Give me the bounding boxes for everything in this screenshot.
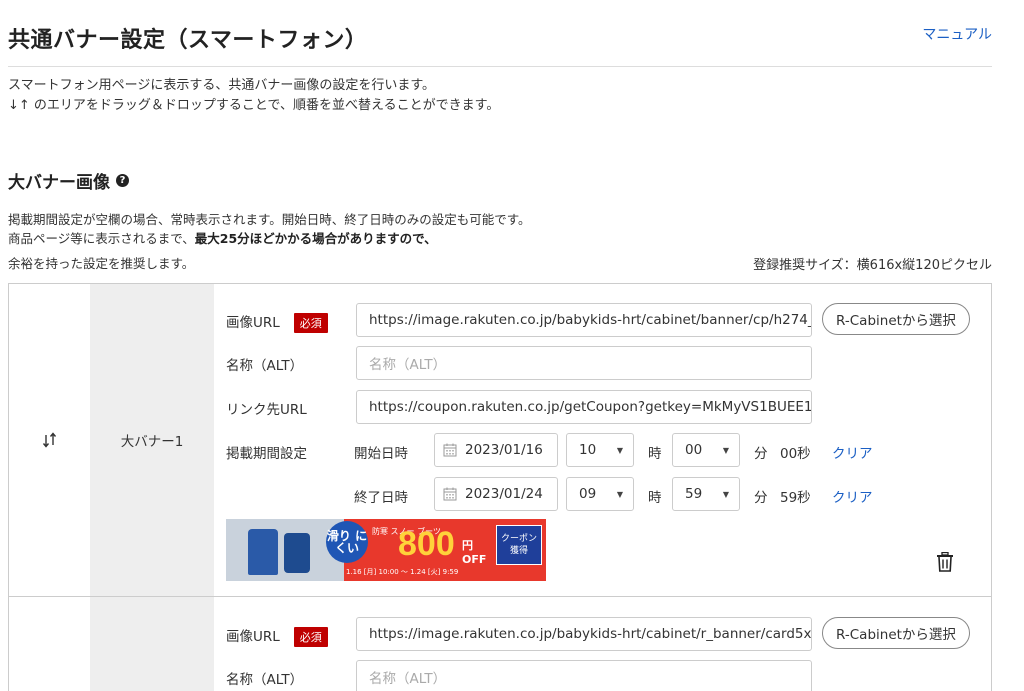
end-hour-select[interactable]: 09 ▼ [566,477,634,511]
minute-unit: 分 [754,446,768,462]
preview-boot [284,533,310,573]
banner-row: 画像URL 必須 https://image.rakuten.co.jp/baby… [9,597,991,691]
start-date-input[interactable]: 2023/01/16 [434,433,558,467]
banner-form: 画像URL 必須 https://image.rakuten.co.jp/baby… [214,597,991,691]
preview-slip-badge: 滑り にくい [326,521,368,563]
end-hour-value: 09 [579,486,597,502]
start-hour-value: 10 [579,442,597,458]
caret-down-icon: ▼ [722,489,729,499]
note-line-2-prefix: 商品ページ等に表示されるまで、 [8,231,195,246]
drag-handle[interactable] [9,284,90,596]
preview-off-text: OFF [462,553,487,566]
image-url-input[interactable]: https://image.rakuten.co.jp/babykids-hrt… [356,303,812,337]
end-minute-select[interactable]: 59 ▼ [672,477,740,511]
preview-period: 1.16 [月] 10:00 ～ 1.24 [火] 9:59 [346,568,459,576]
end-minute-value: 59 [685,486,703,502]
end-date-value: 2023/01/24 [465,486,543,502]
recommended-size-note: 登録推奨サイズ：横616x縦120ピクセル [753,258,992,273]
section-title: 大バナー画像 ? [8,168,129,193]
trash-icon[interactable] [936,552,954,572]
start-hour-select[interactable]: 10 ▼ [566,433,634,467]
note-line-2-bold: 最大25分ほどかかる場合がありますので、 [194,231,437,246]
start-minute-value: 00 [685,442,703,458]
r-cabinet-button[interactable]: R-Cabinetから選択 [822,303,970,335]
banner-name: 大バナー1 [90,284,214,596]
title-divider [8,66,992,67]
end-label: 終了日時 [354,490,408,506]
preview-price-unit: 円 [462,539,473,552]
banner-table: 大バナー1 画像URL 必須 https://image.rakuten.co.j… [8,283,992,691]
required-badge: 必須 [293,313,328,333]
start-date-value: 2023/01/16 [465,442,543,458]
alt-label: 名称（ALT） [226,672,304,688]
drag-handle[interactable] [9,597,90,691]
description-line-1: スマートフォン用ページに表示する、共通バナー画像の設定を行います。 [8,78,436,93]
drag-sort-icon[interactable] [42,431,58,449]
r-cabinet-button[interactable]: R-Cabinetから選択 [822,617,970,649]
alt-input[interactable]: 名称（ALT） [356,660,812,691]
caret-down-icon: ▼ [616,489,623,499]
end-clear-link[interactable]: クリア [832,486,873,506]
question-circle-icon[interactable]: ? [116,174,129,187]
alt-input[interactable]: 名称（ALT） [356,346,812,380]
hour-unit: 時 [648,446,662,462]
image-url-label: 画像URL 必須 [226,625,328,647]
page-title: 共通バナー設定（スマートフォン） [8,28,368,53]
start-minute-select[interactable]: 00 ▼ [672,433,740,467]
hour-unit: 時 [648,490,662,506]
start-clear-link[interactable]: クリア [832,442,873,462]
link-url-input[interactable]: https://coupon.rakuten.co.jp/getCoupon?g… [356,390,812,424]
alt-label: 名称（ALT） [226,358,304,374]
caret-down-icon: ▼ [616,445,623,455]
note-line-1: 掲載期間設定が空欄の場合、常時表示されます。開始日時、終了日時のみの設定も可能で… [8,212,531,227]
section-title-text: 大バナー画像 [8,173,110,193]
description-line-2: ↓↑ のエリアをドラッグ＆ドロップすることで、順番を並べ替えることができます。 [8,98,500,113]
image-url-label-text: 画像URL [226,629,280,645]
preview-coupon-badge: クーポン 獲得 [496,525,542,565]
banner-name [90,597,214,691]
note-line-2: 商品ページ等に表示されるまで、最大25分ほどかかる場合がありますので、 [8,229,437,248]
calendar-icon [443,487,457,501]
image-url-input[interactable]: https://image.rakuten.co.jp/babykids-hrt… [356,617,812,651]
link-url-label: リンク先URL [226,402,307,418]
start-label: 開始日時 [354,446,408,462]
banner-row: 大バナー1 画像URL 必須 https://image.rakuten.co.j… [9,284,991,597]
minute-unit: 分 [754,490,768,506]
preview-boot [248,529,278,575]
manual-link[interactable]: マニュアル [922,24,992,44]
start-seconds: 00秒 [780,446,811,462]
banner-form: 画像URL 必須 https://image.rakuten.co.jp/baby… [214,284,991,596]
image-url-label: 画像URL 必須 [226,311,328,333]
image-url-label-text: 画像URL [226,315,280,331]
caret-down-icon: ▼ [722,445,729,455]
end-date-input[interactable]: 2023/01/24 [434,477,558,511]
preview-off: 円 OFF [462,537,486,566]
period-label: 掲載期間設定 [226,446,307,462]
note-line-3: 余裕を持った設定を推奨します。 [8,256,195,271]
preview-price-value: 800 [398,525,455,563]
required-badge: 必須 [293,627,328,647]
preview-price: 800 [398,525,455,564]
calendar-icon [443,443,457,457]
banner-preview-image: 滑り にくい 防寒 スノー ブーツ 800 円 OFF クーポン 獲得 1.16… [226,519,546,581]
end-seconds: 59秒 [780,490,811,506]
